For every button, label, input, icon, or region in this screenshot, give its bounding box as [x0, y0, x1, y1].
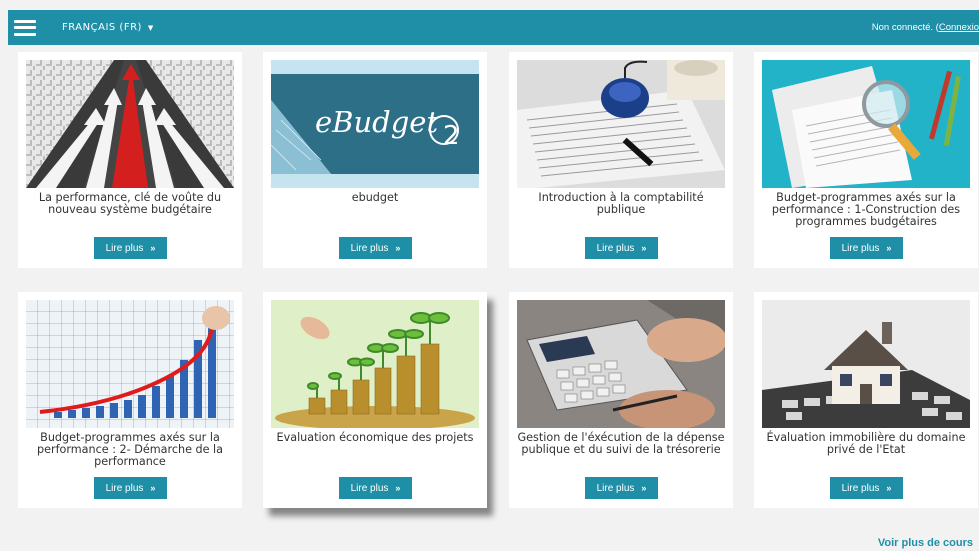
double-chevron-right-icon: »: [886, 243, 892, 253]
magnifier-documents-image[interactable]: [762, 60, 970, 188]
language-selector[interactable]: FRANÇAIS (FR) ▼: [62, 22, 154, 33]
course-card: Budget-programmes axés sur la performanc…: [754, 52, 978, 268]
login-status: Non connecté. (Connexio: [872, 10, 979, 45]
coins-plants-image[interactable]: [271, 300, 479, 428]
course-card: Introduction à la comptabilité publique …: [509, 52, 733, 268]
see-more-courses-link[interactable]: Voir plus de cours: [878, 537, 973, 549]
course-title[interactable]: Introduction à la comptabilité publique: [515, 192, 727, 216]
read-more-button[interactable]: Lire plus »: [585, 477, 658, 499]
double-chevron-right-icon: »: [641, 483, 647, 493]
course-card: Évaluation immobilière du domaine privé …: [754, 292, 978, 508]
read-more-button[interactable]: Lire plus »: [585, 237, 658, 259]
read-more-label: Lire plus: [841, 482, 880, 494]
read-more-button[interactable]: Lire plus »: [339, 477, 412, 499]
course-title[interactable]: Évaluation immobilière du domaine privé …: [760, 432, 972, 456]
growth-chart-image[interactable]: [26, 300, 234, 428]
read-more-button[interactable]: Lire plus »: [339, 237, 412, 259]
double-chevron-right-icon: »: [886, 483, 892, 493]
course-card: Evaluation économique des projets Lire p…: [263, 292, 487, 508]
course-title[interactable]: La performance, clé de voûte du nouveau …: [24, 192, 236, 216]
highway-arrows-image[interactable]: [26, 60, 234, 188]
course-title[interactable]: Gestion de l'éxécution de la dépense pub…: [515, 432, 727, 456]
course-card: eBudget 2 ebudget Lire plus »: [263, 52, 487, 268]
read-more-label: Lire plus: [350, 482, 389, 494]
read-more-label: Lire plus: [105, 482, 144, 494]
course-card: Budget-programmes axés sur la performanc…: [18, 292, 242, 508]
course-title[interactable]: Budget-programmes axés sur la performanc…: [760, 192, 972, 228]
ebudget2-logo-image[interactable]: eBudget 2: [271, 60, 479, 188]
mouse-newspaper-image[interactable]: [517, 60, 725, 188]
ebudget-logo-number: 2: [443, 121, 460, 151]
calculator-hands-image[interactable]: [517, 300, 725, 428]
double-chevron-right-icon: »: [395, 483, 401, 493]
login-status-text: Non connecté. (: [871, 22, 939, 33]
double-chevron-right-icon: »: [395, 243, 401, 253]
read-more-label: Lire plus: [841, 242, 880, 254]
read-more-label: Lire plus: [596, 482, 635, 494]
top-navbar: FRANÇAIS (FR) ▼ Non connecté. (Connexio: [8, 10, 979, 45]
hamburger-icon[interactable]: [14, 19, 36, 36]
course-card: Gestion de l'éxécution de la dépense pub…: [509, 292, 733, 508]
house-calculator-image[interactable]: [762, 300, 970, 428]
course-title[interactable]: Budget-programmes axés sur la performanc…: [24, 432, 236, 468]
read-more-button[interactable]: Lire plus »: [94, 237, 167, 259]
read-more-button[interactable]: Lire plus »: [94, 477, 167, 499]
read-more-button[interactable]: Lire plus »: [830, 237, 903, 259]
double-chevron-right-icon: »: [150, 483, 156, 493]
read-more-label: Lire plus: [105, 242, 144, 254]
double-chevron-right-icon: »: [641, 243, 647, 253]
caret-down-icon: ▼: [147, 23, 154, 32]
double-chevron-right-icon: »: [150, 243, 156, 253]
course-title[interactable]: ebudget: [269, 192, 481, 204]
language-label: FRANÇAIS (FR): [62, 22, 142, 33]
login-link[interactable]: Connexio: [939, 22, 979, 33]
read-more-label: Lire plus: [350, 242, 389, 254]
read-more-label: Lire plus: [596, 242, 635, 254]
ebudget-logo-text: eBudget: [315, 105, 438, 139]
course-title[interactable]: Evaluation économique des projets: [269, 432, 481, 444]
read-more-button[interactable]: Lire plus »: [830, 477, 903, 499]
course-card: La performance, clé de voûte du nouveau …: [18, 52, 242, 268]
